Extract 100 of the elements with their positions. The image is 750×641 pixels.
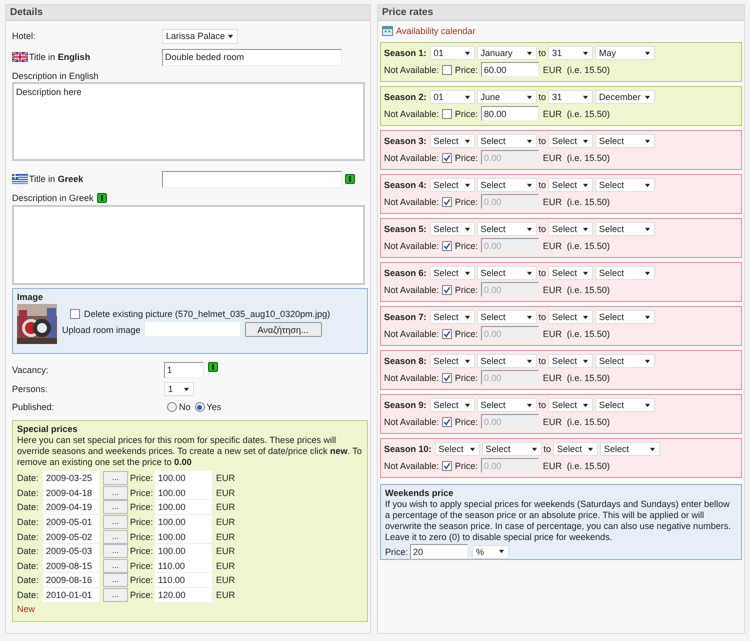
checkbox[interactable]: [442, 284, 452, 294]
input-field[interactable]: Double beded room: [162, 48, 342, 66]
input-field[interactable]: 2009-08-15: [43, 558, 100, 574]
dropdown[interactable]: Select: [430, 398, 475, 412]
calendar-icon: [382, 26, 393, 36]
calendar-link[interactable]: Availability calendar: [396, 25, 476, 37]
field-label: Upload room image: [62, 324, 141, 336]
currency-label: EUR: [542, 152, 562, 164]
radio-button[interactable]: [194, 402, 205, 412]
date-picker-button[interactable]: ...: [103, 573, 128, 588]
dropdown[interactable]: Select: [430, 222, 475, 236]
dropdown[interactable]: Select: [430, 354, 475, 368]
checkbox[interactable]: [70, 309, 80, 319]
dropdown[interactable]: Select: [548, 178, 594, 192]
dropdown[interactable]: Select: [595, 222, 656, 236]
dropdown[interactable]: Select: [430, 310, 475, 324]
checkbox[interactable]: [442, 416, 452, 426]
date-picker-button[interactable]: ...: [103, 486, 128, 500]
radio-button[interactable]: [167, 402, 177, 412]
dropdown[interactable]: January: [476, 46, 537, 60]
checkbox[interactable]: [442, 152, 452, 162]
dropdown[interactable]: Select: [548, 354, 594, 368]
dropdown[interactable]: May: [595, 46, 656, 60]
dropdown[interactable]: December: [595, 90, 656, 104]
input-field[interactable]: 110.00: [155, 558, 213, 574]
dropdown[interactable]: 01: [430, 90, 475, 104]
dropdown[interactable]: Select: [434, 442, 480, 456]
checkbox[interactable]: [442, 460, 452, 470]
dropdown[interactable]: Select: [548, 310, 594, 324]
dropdown[interactable]: 31: [548, 46, 594, 60]
dropdown[interactable]: Select: [430, 134, 475, 148]
dropdown[interactable]: Select: [476, 178, 537, 192]
dropdown[interactable]: Larissa Palace: [162, 28, 238, 44]
input-field[interactable]: 100.00: [155, 500, 213, 515]
price-field[interactable]: 60.00: [480, 62, 539, 77]
dropdown[interactable]: Select: [476, 134, 537, 148]
dropdown[interactable]: Select: [548, 222, 594, 236]
checkbox[interactable]: [442, 372, 452, 382]
dropdown[interactable]: Select: [553, 442, 598, 456]
input-field[interactable]: 2009-05-01: [43, 514, 100, 530]
dropdown[interactable]: 1: [164, 382, 194, 396]
dropdown[interactable]: Select: [548, 398, 594, 412]
checkbox[interactable]: [442, 328, 452, 338]
dropdown[interactable]: Select: [476, 354, 537, 368]
input-field[interactable]: 2009-05-02: [43, 529, 100, 544]
caret-icon: [644, 138, 652, 144]
dropdown[interactable]: Select: [595, 266, 656, 280]
input-field[interactable]: 20: [410, 544, 468, 559]
dropdown[interactable]: Select: [595, 178, 656, 192]
dropdown[interactable]: Select: [595, 398, 656, 412]
input-field[interactable]: 2009-04-18: [43, 485, 100, 500]
dropdown[interactable]: Select: [430, 178, 475, 192]
dropdown[interactable]: Select: [476, 222, 537, 236]
input-field[interactable]: 2009-03-25: [43, 470, 100, 486]
date-picker-button[interactable]: ...: [103, 500, 128, 514]
dropdown[interactable]: Select: [476, 310, 537, 324]
input-field[interactable]: [162, 170, 342, 188]
input-field[interactable]: 2009-05-03: [43, 544, 100, 559]
dropdown[interactable]: %: [472, 544, 510, 558]
dropdown[interactable]: June: [476, 90, 537, 104]
dropdown[interactable]: Select: [595, 354, 656, 368]
file-field[interactable]: [144, 322, 241, 337]
dropdown[interactable]: Select: [548, 134, 594, 148]
date-picker-button[interactable]: ...: [103, 515, 128, 530]
dropdown[interactable]: Select: [548, 266, 594, 280]
input-field[interactable]: 110.00: [155, 572, 213, 588]
input-field[interactable]: 100.00: [155, 485, 213, 500]
dropdown[interactable]: Select: [595, 134, 656, 148]
date-picker-button[interactable]: ...: [103, 558, 128, 573]
text-area[interactable]: Description here: [12, 82, 365, 161]
dropdown[interactable]: Select: [595, 310, 656, 324]
checkbox[interactable]: [442, 196, 452, 206]
dropdown[interactable]: Select: [476, 266, 537, 280]
dropdown[interactable]: 31: [548, 90, 594, 104]
checkbox[interactable]: [442, 64, 452, 74]
info-icon: [345, 174, 355, 184]
input-field[interactable]: 100.00: [155, 529, 213, 544]
new-link[interactable]: New: [17, 603, 363, 616]
checkbox[interactable]: [442, 240, 452, 250]
input-field[interactable]: 100.00: [155, 470, 213, 486]
dropdown[interactable]: Select: [600, 442, 660, 456]
input-field[interactable]: 100.00: [155, 514, 213, 530]
dropdown[interactable]: 01: [430, 46, 475, 60]
input-field[interactable]: 2010-01-01: [43, 588, 100, 603]
dropdown[interactable]: Select: [482, 442, 542, 456]
input-field[interactable]: 120.00: [155, 588, 213, 603]
input-field[interactable]: 2009-08-16: [43, 572, 100, 588]
price-field[interactable]: 80.00: [480, 106, 539, 121]
checkbox[interactable]: [442, 108, 452, 118]
dropdown[interactable]: Select: [476, 398, 537, 412]
date-picker-button[interactable]: ...: [103, 544, 128, 558]
dropdown[interactable]: Select: [430, 266, 475, 280]
date-picker-button[interactable]: ...: [103, 588, 128, 602]
browse-button[interactable]: Αναζήτηση...: [244, 322, 322, 337]
caret-icon: [582, 94, 590, 100]
date-picker-button[interactable]: ...: [103, 471, 128, 486]
input-field[interactable]: 100.00: [155, 544, 213, 559]
date-picker-button[interactable]: ...: [103, 530, 128, 544]
input-field[interactable]: 2009-04-19: [43, 500, 100, 515]
input-field[interactable]: 1: [164, 362, 204, 378]
